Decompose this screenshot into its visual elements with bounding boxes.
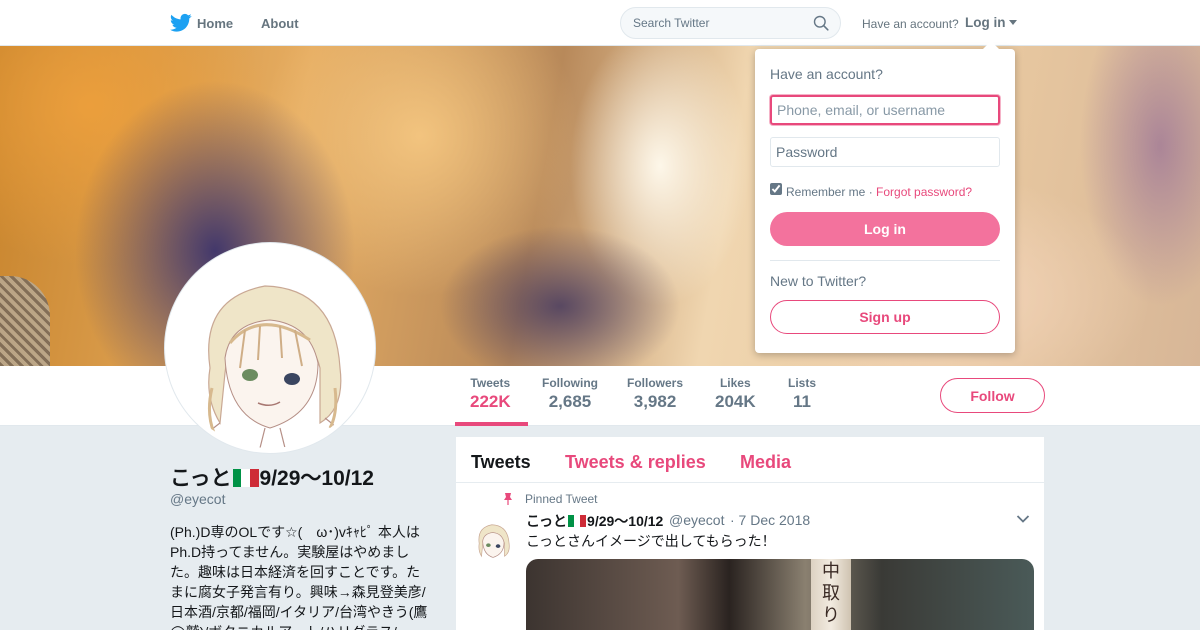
stat-tweets[interactable]: Tweets 222K (470, 376, 511, 412)
password-field[interactable] (770, 137, 1000, 167)
italy-flag-icon (568, 514, 586, 527)
nav-home-link[interactable]: Home (197, 16, 233, 31)
stat-value: 222K (470, 392, 511, 411)
stat-followers[interactable]: Followers 3,982 (627, 376, 683, 412)
stat-value: 3,982 (633, 392, 677, 411)
tab-tweets[interactable]: Tweets (471, 452, 531, 473)
tweet-author-handle[interactable]: @eyecot (669, 512, 724, 528)
profile-name: こっと 9/29〜10/12 (170, 462, 374, 492)
profile-handle[interactable]: @eyecot (170, 491, 225, 507)
stat-value: 11 (793, 392, 811, 411)
login-button[interactable]: Log in (770, 212, 1000, 246)
have-account-text: Have an account? (862, 17, 959, 31)
stat-label: Followers (627, 376, 684, 390)
nav-about-link[interactable]: About (261, 16, 299, 31)
profile-name-prefix: こっと (170, 467, 232, 490)
twitter-bird-icon[interactable] (170, 13, 192, 33)
tweet-author-name[interactable]: こっと 9/29〜10/12 (526, 511, 663, 531)
search-input[interactable] (633, 8, 808, 38)
pinned-tweet-label: Pinned Tweet (525, 492, 598, 506)
tweet-avatar-illustration (470, 516, 516, 562)
popover-arrow (983, 41, 999, 49)
tweet-date[interactable]: · 7 Dec 2018 (730, 512, 810, 528)
top-nav: Home About Have an account? Log in (0, 0, 1200, 46)
remember-me-row: Remember me · Forgot password? (786, 185, 972, 199)
login-dropdown-title: Have an account? (770, 66, 883, 82)
login-dropdown: Have an account? Remember me · Forgot pa… (755, 41, 1015, 353)
stat-value: 2,685 (548, 392, 592, 411)
stat-value: 204K (715, 392, 756, 411)
remember-me-label[interactable]: Remember me (786, 185, 865, 199)
remember-separator: · (865, 185, 877, 199)
login-dropdown-toggle[interactable]: Log in (965, 15, 1017, 30)
search-box (620, 7, 841, 39)
pin-icon (504, 493, 512, 505)
timeline-tabs: Tweets Tweets & replies Media (456, 437, 1044, 483)
caret-down-icon (1008, 20, 1017, 25)
follow-button[interactable]: Follow (940, 378, 1045, 413)
profile-name-suffix: 9/29〜10/12 (259, 467, 374, 490)
username-field[interactable] (770, 95, 1000, 125)
profile-avatar[interactable] (165, 243, 375, 453)
banner-texture (0, 276, 50, 366)
stat-label: Tweets (470, 376, 511, 390)
signup-button[interactable]: Sign up (770, 300, 1000, 334)
italy-flag-icon (232, 469, 259, 487)
chevron-down-icon[interactable] (1016, 514, 1030, 524)
search-icon[interactable] (813, 15, 829, 31)
remember-me-checkbox[interactable] (770, 183, 782, 195)
active-stat-indicator (455, 422, 528, 426)
tweet-text: こっとさんイメージで出してもらった！ (526, 533, 776, 549)
new-to-twitter-text: New to Twitter? (770, 273, 867, 289)
stat-lists[interactable]: Lists 11 (788, 376, 816, 412)
divider (770, 260, 1000, 261)
tab-tweets-replies[interactable]: Tweets & replies (565, 452, 706, 473)
stat-following[interactable]: Following 2,685 (542, 376, 598, 412)
tab-media[interactable]: Media (740, 452, 791, 473)
avatar-illustration (170, 248, 370, 448)
tweet-name-prefix: こっと (526, 513, 568, 529)
tweet-avatar[interactable] (470, 516, 516, 562)
tweet-media-image[interactable]: 中取り (526, 559, 1034, 630)
stat-label: Lists (788, 376, 817, 390)
login-link-label: Log in (965, 15, 1006, 30)
profile-bio: (Ph.)D専のOLです☆( ω･)vｷｬﾋﾟ 本人はPh.D持ってません。実験… (170, 524, 428, 630)
forgot-password-link[interactable]: Forgot password? (876, 185, 972, 199)
media-label-text: 中取り (822, 561, 840, 626)
stat-likes[interactable]: Likes 204K (715, 376, 756, 412)
timeline: Tweets Tweets & replies Media Pinned Twe… (456, 437, 1044, 630)
tweet-name-suffix: 9/29〜10/12 (587, 513, 664, 529)
stat-label: Following (542, 376, 598, 390)
stat-label: Likes (719, 376, 751, 390)
